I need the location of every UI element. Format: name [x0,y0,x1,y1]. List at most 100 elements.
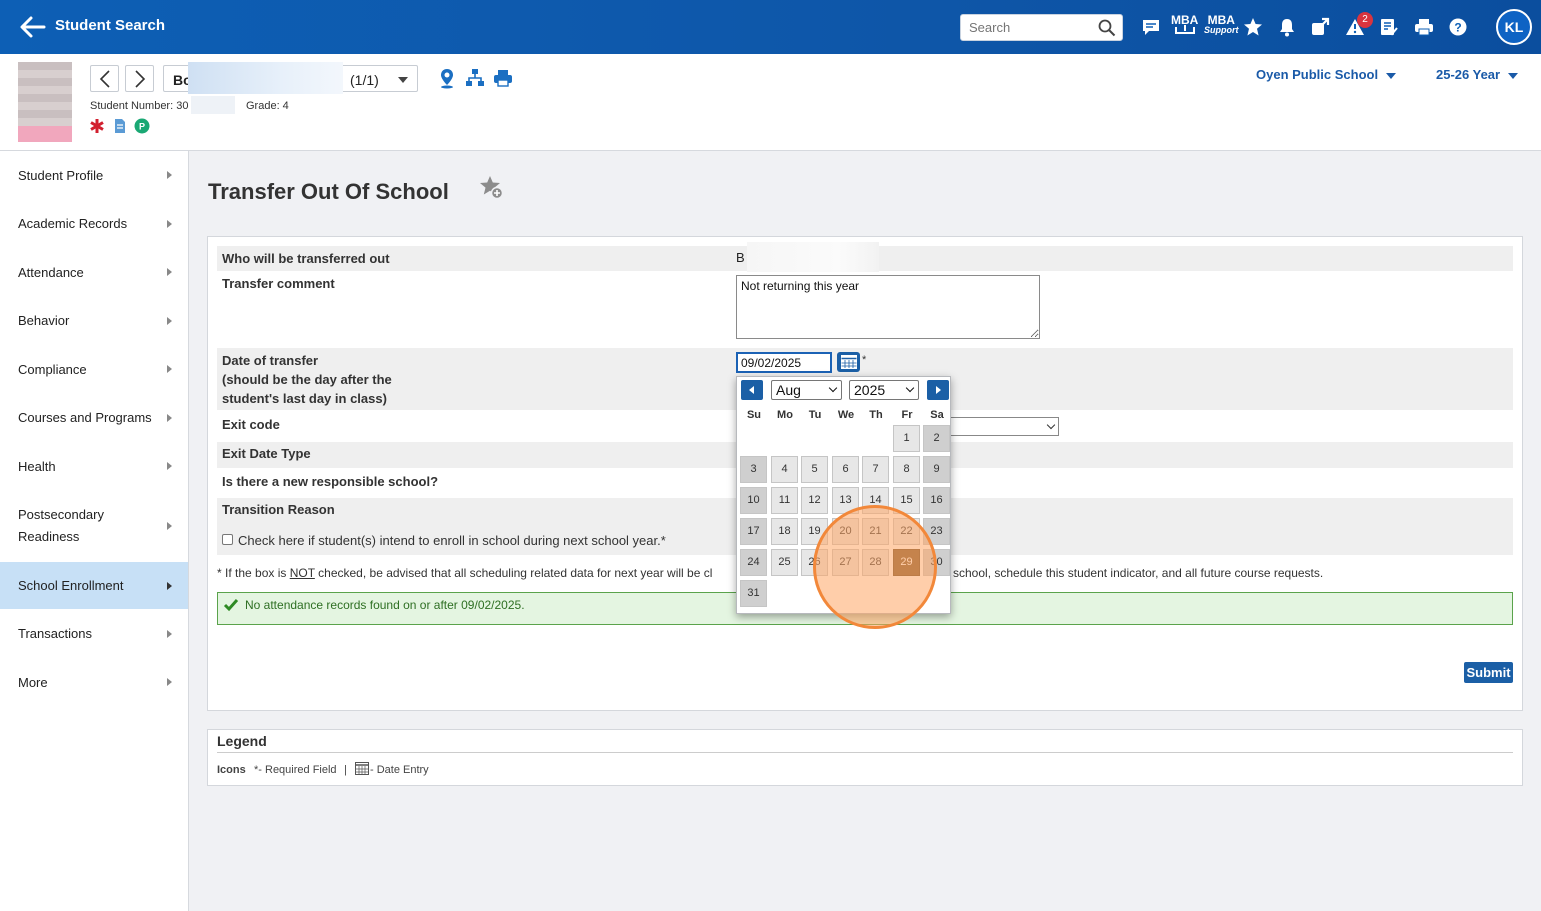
enroll-next-year-checkbox[interactable] [222,534,233,545]
transfer-comment-textarea[interactable]: Not returning this year [736,275,1040,339]
calendar-day[interactable]: 2 [923,425,950,452]
calendar-day[interactable]: 6 [832,456,859,483]
sidebar-item-more[interactable]: More [0,658,188,706]
sidebar-item-health[interactable]: Health [0,442,188,490]
datepicker-prev-button[interactable] [741,380,763,400]
calendar-day[interactable]: 13 [832,487,859,514]
calendar-day[interactable]: 17 [740,518,767,545]
mba-icon[interactable]: MBA [1171,14,1198,37]
calendar-day[interactable]: 9 [923,456,950,483]
mba-support-icon[interactable]: MBA Support [1204,14,1239,35]
sidebar-item-label: More [18,674,48,690]
transfer-date-input[interactable] [736,352,832,373]
year-name: 25-26 Year [1436,67,1501,82]
enroll-next-year-label: Check here if student(s) intend to enrol… [238,533,666,548]
chevron-right-icon [134,69,145,88]
redacted-number [191,96,235,114]
required-marker: * [862,354,867,366]
student-header: Bo (1/1) Student Number: 30 Grade: 4 P O… [0,54,1541,151]
school-selector[interactable]: Oyen Public School [1256,67,1397,82]
calendar-day[interactable]: 19 [801,518,828,545]
calendar-day[interactable]: 15 [893,487,920,514]
sidebar-item-academic-records[interactable]: Academic Records [0,199,188,248]
printer-icon[interactable] [492,67,514,89]
datepicker-month-select[interactable]: Aug [771,380,842,400]
calendar-day[interactable]: 26 [801,549,828,576]
calendar-day[interactable]: 8 [893,456,920,483]
svg-text:P: P [139,122,145,132]
calendar-day[interactable]: 21 [862,518,889,545]
chevron-down-icon [1046,420,1056,430]
sidebar-item-behavior[interactable]: Behavior [0,296,188,345]
sidebar-item-postsecondary-readiness[interactable]: Postsecondary Readiness [0,490,188,562]
app-title[interactable]: Student Search [55,17,165,34]
sidebar-item-label: Courses and Programs [18,410,152,425]
task-list-icon[interactable] [1377,15,1401,39]
year-selector[interactable]: 25-26 Year [1436,67,1519,82]
print-icon[interactable] [1412,15,1436,39]
medical-alert-icon[interactable] [89,118,105,134]
messages-icon[interactable] [1139,15,1163,39]
datepicker-next-button[interactable] [927,380,949,400]
calendar-day[interactable]: 30 [923,549,950,576]
calendar-day[interactable]: 12 [801,487,828,514]
legend-title: Legend [217,733,267,749]
search-icon[interactable] [1098,19,1116,37]
calendar-day[interactable]: 28 [862,549,889,576]
calendar-day[interactable]: 31 [740,580,767,607]
checkmark-icon [223,599,239,612]
calendar-day[interactable]: 20 [832,518,859,545]
legend-required: *- Required Field [254,764,337,776]
datepicker-year-select[interactable]: 2025 [849,380,919,400]
calendar-day[interactable]: 27 [832,549,859,576]
family-tree-icon[interactable] [464,67,486,89]
calendar-day[interactable]: 24 [740,549,767,576]
calendar-day[interactable]: 1 [893,425,920,452]
calendar-day[interactable]: 18 [771,518,798,545]
calendar-day[interactable]: 14 [862,487,889,514]
user-avatar[interactable]: KL [1496,9,1532,45]
student-number: Student Number: 30 [90,100,189,112]
calendar-day[interactable]: 23 [923,518,950,545]
document-icon[interactable] [112,118,128,134]
calendar-day[interactable]: 3 [740,456,767,483]
previous-student-button[interactable] [90,65,119,92]
chevron-right-icon [167,629,172,638]
search-box[interactable] [960,14,1123,41]
sidebar-item-attendance[interactable]: Attendance [0,248,188,296]
calendar-day-selected[interactable]: 29 [893,549,920,576]
calendar-day[interactable]: 5 [801,456,828,483]
sidebar-item-courses-and-programs[interactable]: Courses and Programs [0,393,188,442]
calendar-day[interactable]: 7 [862,456,889,483]
chevron-right-icon [936,386,941,394]
calendar-day[interactable]: 25 [771,549,798,576]
external-link-icon[interactable] [1308,15,1332,39]
map-pin-icon[interactable] [436,67,458,89]
calendar-day[interactable]: 4 [771,456,798,483]
help-icon[interactable]: ? [1446,15,1470,39]
back-arrow-icon[interactable] [18,13,46,41]
add-favorite-star-icon[interactable] [478,174,506,202]
submit-button[interactable]: Submit [1464,662,1513,683]
school-name: Oyen Public School [1256,67,1379,82]
calendar-day[interactable]: 16 [923,487,950,514]
chevron-down-icon [905,383,915,393]
next-student-button[interactable] [125,65,154,92]
student-selector[interactable]: Bo (1/1) [163,62,418,94]
program-badge-icon[interactable]: P [134,118,150,134]
calendar-button[interactable] [837,352,860,372]
chevron-right-icon [167,522,172,530]
sidebar-item-transactions[interactable]: Transactions [0,609,188,658]
date-label: Date of transfer [222,353,319,368]
calendar-day[interactable]: 10 [740,487,767,514]
sidebar-item-compliance[interactable]: Compliance [0,345,188,393]
chevron-down-icon [398,77,408,83]
calendar-day[interactable]: 22 [893,518,920,545]
search-input[interactable] [961,15,1091,40]
star-icon[interactable] [1241,15,1265,39]
exit-code-select[interactable] [947,417,1059,436]
calendar-day[interactable]: 11 [771,487,798,514]
bell-icon[interactable] [1275,15,1299,39]
sidebar-item-student-profile[interactable]: Student Profile [0,151,188,199]
sidebar-item-school-enrollment[interactable]: School Enrollment [0,562,188,609]
